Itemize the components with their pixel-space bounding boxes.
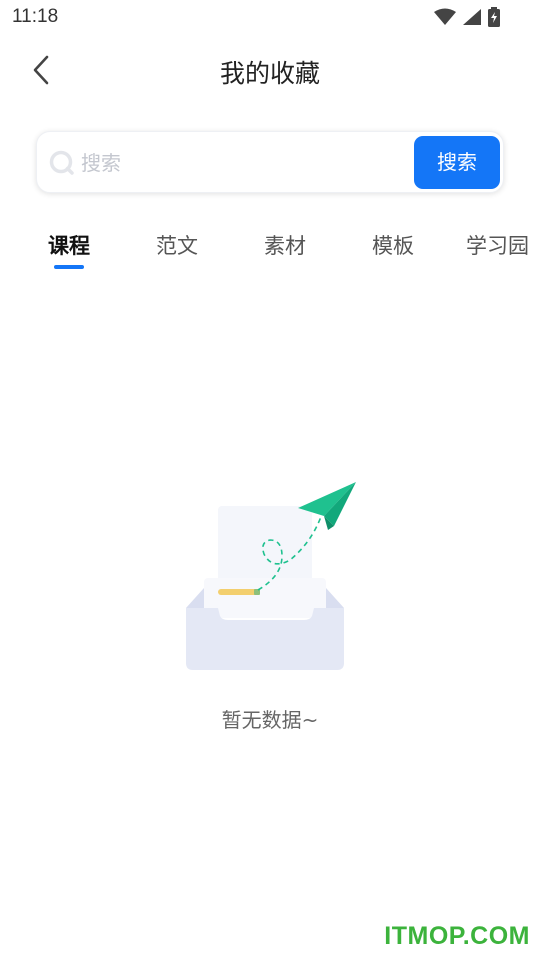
empty-inbox-paper-plane-illustration (186, 482, 356, 670)
page-title: 我的收藏 (219, 59, 320, 88)
tab-courses[interactable]: 课程 (48, 230, 90, 260)
tab-essays[interactable]: 范文 (156, 230, 198, 260)
status-time: 11:18 (12, 6, 59, 27)
status-bar: 11:18 (0, 0, 540, 36)
nav-bar: 我的收藏 (0, 42, 540, 98)
wifi-icon (434, 8, 456, 25)
empty-state-message: 暂无数据~ (221, 708, 319, 732)
site-watermark: ITMOP.COM (384, 922, 530, 950)
cellular-signal-icon (463, 9, 481, 25)
battery-charging-icon (488, 7, 500, 27)
search-icon (49, 150, 74, 175)
status-icons (434, 7, 500, 27)
search-input[interactable] (81, 144, 401, 182)
search-button[interactable]: 搜索 (414, 136, 500, 189)
tab-templates[interactable]: 模板 (372, 230, 414, 260)
tab-study-garden[interactable]: 学习园 (466, 230, 529, 260)
search-box: 搜索 (36, 131, 504, 193)
active-tab-indicator (54, 265, 84, 269)
category-tabs: 课程 范文 素材 模板 学习园 (0, 226, 540, 276)
tab-materials[interactable]: 素材 (264, 230, 306, 260)
